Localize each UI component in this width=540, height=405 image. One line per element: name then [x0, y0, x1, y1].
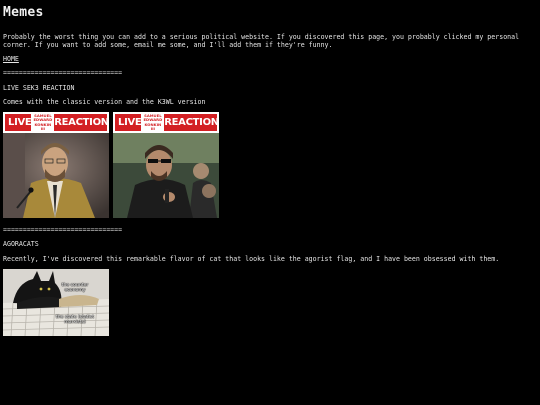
sek3-photo-k3wl [113, 133, 219, 218]
agoracat-photo [3, 269, 109, 336]
intro-paragraph: Probably the worst thing you can add to … [3, 33, 520, 49]
section-divider: ============================== [3, 226, 123, 234]
reaction-banner: LIVE SAMUEL EDWARD KONKIN III REACTION [113, 112, 219, 133]
section-divider: ============================== [3, 69, 123, 77]
banner-reaction-label: REACTION [164, 116, 219, 128]
home-link[interactable]: HOME [3, 55, 19, 63]
cat-caption-top: the counter economy [61, 283, 89, 294]
section-heading-live-sek3: LIVE SEK3 REACTION [3, 84, 75, 92]
sek3-photo-classic [3, 133, 109, 218]
section-description-live-sek3: Comes with the classic version and the K… [3, 98, 206, 106]
banner-live-label: LIVE [118, 116, 142, 128]
cat-caption-bottom: the state (statist marxists) [55, 315, 95, 326]
live-sek3-reaction-k3wl-image: LIVE SAMUEL EDWARD KONKIN III REACTION [113, 112, 219, 218]
page-title: Memes [3, 5, 44, 20]
reaction-banner: LIVE SAMUEL EDWARD KONKIN III REACTION [3, 112, 109, 133]
agoracat-meme-image: the counter economy the state (statist m… [3, 269, 109, 336]
section-description-agoracats: Recently, I've discovered this remarkabl… [3, 255, 500, 263]
section-heading-agoracats: AGORACATS [3, 240, 39, 248]
banner-name-label: SAMUEL EDWARD KONKIN III [141, 113, 165, 132]
banner-name-label: SAMUEL EDWARD KONKIN III [31, 113, 55, 132]
live-sek3-reaction-classic-image: LIVE SAMUEL EDWARD KONKIN III REACTION [3, 112, 109, 218]
banner-reaction-label: REACTION [54, 116, 109, 128]
banner-live-label: LIVE [8, 116, 32, 128]
